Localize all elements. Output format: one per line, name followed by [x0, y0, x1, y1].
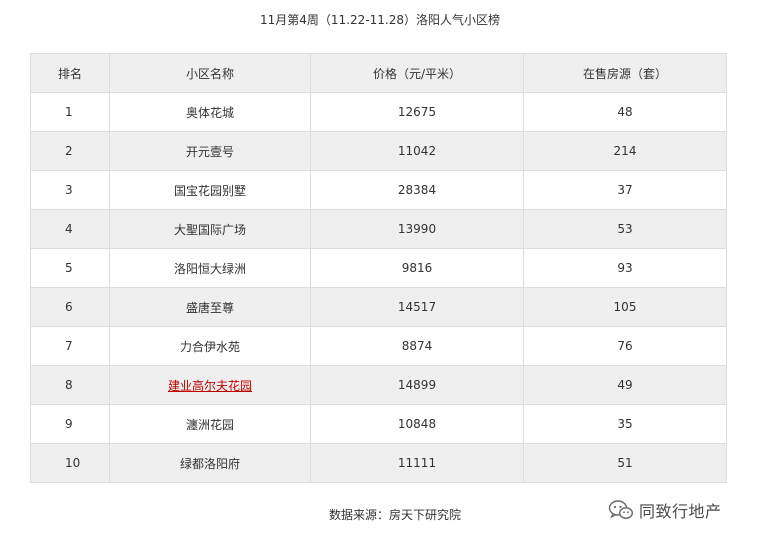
table-row: 8 建业高尔夫花园 14899 49	[30, 365, 727, 405]
cell-rank: 10	[30, 443, 110, 483]
cell-listings: 214	[523, 131, 727, 171]
cell-name: 国宝花园别墅	[109, 170, 311, 210]
cell-price: 14899	[310, 365, 524, 405]
cell-rank: 4	[30, 209, 110, 249]
cell-rank: 9	[30, 404, 110, 444]
table-row: 2 开元壹号 11042 214	[30, 131, 727, 171]
cell-listings: 93	[523, 248, 727, 288]
cell-name: 瀍洲花园	[109, 404, 311, 444]
cell-name: 盛唐至尊	[109, 287, 311, 327]
cell-listings: 51	[523, 443, 727, 483]
cell-rank: 2	[30, 131, 110, 171]
header-name: 小区名称	[109, 53, 311, 93]
table-row: 1 奥体花城 12675 48	[30, 92, 727, 132]
cell-rank: 3	[30, 170, 110, 210]
cell-price: 14517	[310, 287, 524, 327]
table-row: 7 力合伊水苑 8874 76	[30, 326, 727, 366]
cell-rank: 6	[30, 287, 110, 327]
cell-name: 洛阳恒大绿洲	[109, 248, 311, 288]
cell-listings: 35	[523, 404, 727, 444]
cell-name: 开元壹号	[109, 131, 311, 171]
cell-listings: 105	[523, 287, 727, 327]
cell-listings: 49	[523, 365, 727, 405]
cell-price: 9816	[310, 248, 524, 288]
table-header-row: 排名 小区名称 价格（元/平米） 在售房源（套）	[30, 53, 727, 93]
table-row: 10 绿都洛阳府 11111 51	[30, 443, 727, 483]
cell-listings: 48	[523, 92, 727, 132]
cell-price: 12675	[310, 92, 524, 132]
cell-rank: 7	[30, 326, 110, 366]
cell-price: 8874	[310, 326, 524, 366]
cell-name: 绿都洛阳府	[109, 443, 311, 483]
cell-listings: 37	[523, 170, 727, 210]
cell-price: 28384	[310, 170, 524, 210]
community-link[interactable]: 建业高尔夫花园	[168, 379, 252, 393]
watermark-text: 同致行地产	[639, 502, 722, 521]
header-listings: 在售房源（套）	[523, 53, 727, 93]
cell-name: 建业高尔夫花园	[109, 365, 311, 405]
cell-listings: 53	[523, 209, 727, 249]
page-title: 11月第4周（11.22-11.28）洛阳人气小区榜	[260, 13, 500, 27]
cell-listings: 76	[523, 326, 727, 366]
wechat-icon	[608, 500, 634, 519]
table-row: 3 国宝花园别墅 28384 37	[30, 170, 727, 210]
header-rank: 排名	[30, 53, 110, 93]
cell-name: 力合伊水苑	[109, 326, 311, 366]
table-row: 6 盛唐至尊 14517 105	[30, 287, 727, 327]
cell-price: 11042	[310, 131, 524, 171]
ranking-table: 排名 小区名称 价格（元/平米） 在售房源（套） 1 奥体花城 12675 48…	[30, 53, 727, 483]
cell-name: 大聖国际广场	[109, 209, 311, 249]
cell-price: 13990	[310, 209, 524, 249]
table-row: 9 瀍洲花园 10848 35	[30, 404, 727, 444]
table-row: 5 洛阳恒大绿洲 9816 93	[30, 248, 727, 288]
cell-price: 11111	[310, 443, 524, 483]
cell-rank: 1	[30, 92, 110, 132]
cell-name: 奥体花城	[109, 92, 311, 132]
watermark: 同致行地产	[608, 497, 722, 523]
cell-rank: 5	[30, 248, 110, 288]
cell-rank: 8	[30, 365, 110, 405]
cell-price: 10848	[310, 404, 524, 444]
header-price: 价格（元/平米）	[310, 53, 524, 93]
table-row: 4 大聖国际广场 13990 53	[30, 209, 727, 249]
